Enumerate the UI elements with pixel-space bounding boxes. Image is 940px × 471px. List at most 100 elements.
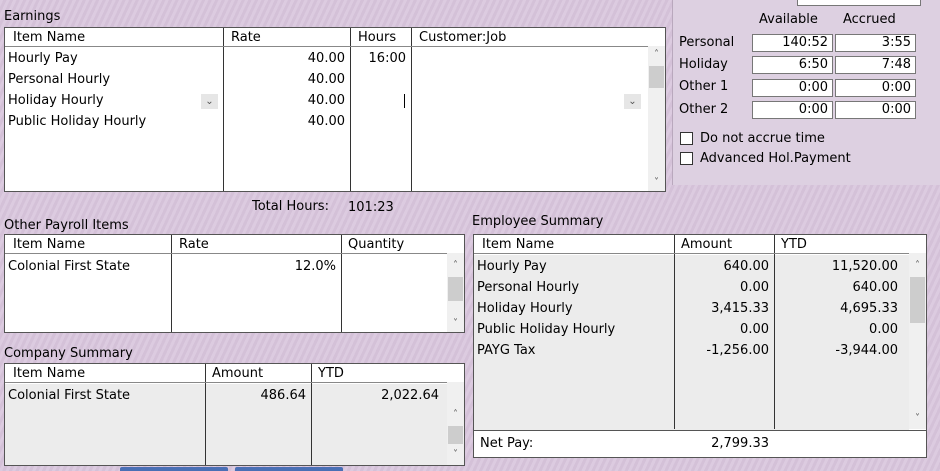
chevron-down-icon[interactable]: ˅ — [447, 315, 464, 332]
employee-item-ytd: -3,944.00 — [835, 343, 898, 358]
column-header-amount: Amount — [681, 237, 733, 252]
other1-accrued-field[interactable]: 0:00 — [835, 79, 916, 97]
column-header-ytd: YTD — [318, 366, 344, 381]
other2-available-field[interactable]: 0:00 — [752, 101, 833, 119]
employee-item-amount: -1,256.00 — [706, 343, 769, 358]
accrued-header: Accrued — [843, 12, 896, 27]
company-item-name: Colonial First State — [8, 388, 131, 403]
employee-item-ytd: 4,695.33 — [840, 301, 898, 316]
accrual-label-personal: Personal — [679, 35, 735, 50]
field-top-edge — [797, 0, 921, 6]
column-divider — [341, 235, 342, 332]
column-divider — [205, 364, 206, 465]
chevron-up-icon[interactable]: ˄ — [447, 406, 464, 423]
chevron-down-icon[interactable]: ⌄ — [201, 94, 218, 109]
chevron-down-icon[interactable]: ˅ — [648, 174, 665, 191]
do-not-accrue-checkbox[interactable] — [680, 132, 693, 145]
employee-item-name: Public Holiday Hourly — [477, 322, 616, 337]
column-header-rate[interactable]: Rate — [179, 237, 209, 252]
other-payroll-title: Other Payroll Items — [4, 218, 129, 233]
earnings-row-hours[interactable]: 16:00 — [354, 51, 406, 66]
employee-summary-scrollbar[interactable]: ˄ ˅ — [909, 253, 926, 429]
header-separator — [5, 253, 447, 254]
employee-item-amount: 0.00 — [740, 280, 769, 295]
net-pay-label: Net Pay: — [480, 436, 534, 451]
employee-summary-table: Item Name Amount YTD Hourly Pay 640.00 1… — [473, 234, 927, 458]
scroll-thumb[interactable] — [448, 277, 463, 301]
column-header-item-name[interactable]: Item Name — [13, 237, 85, 252]
chevron-down-icon[interactable]: ˅ — [909, 410, 926, 427]
company-summary-table: Item Name Amount YTD Colonial First Stat… — [4, 363, 465, 466]
column-divider — [774, 235, 775, 429]
employee-item-amount: 640.00 — [723, 259, 770, 274]
scroll-thumb[interactable] — [649, 66, 664, 88]
column-header-ytd: YTD — [781, 237, 807, 252]
header-separator — [474, 253, 909, 254]
advanced-hol-payment-label: Advanced Hol.Payment — [700, 151, 851, 166]
earnings-row-name[interactable]: Holiday Hourly — [8, 93, 104, 108]
payroll-item-rate[interactable]: 12.0% — [175, 259, 336, 274]
holiday-accrued-field[interactable]: 7:48 — [835, 56, 916, 74]
column-header-hours[interactable]: Hours — [358, 30, 396, 45]
company-summary-scrollbar[interactable]: ˄ ˅ — [447, 382, 464, 465]
chevron-down-icon[interactable]: ⌄ — [624, 94, 641, 109]
earnings-scrollbar[interactable]: ˄ ˅ — [648, 46, 665, 191]
advanced-hol-payment-checkbox[interactable] — [680, 152, 693, 165]
employee-item-ytd: 640.00 — [852, 280, 899, 295]
column-header-customer-job[interactable]: Customer:Job — [419, 30, 506, 45]
personal-accrued-field[interactable]: 3:55 — [835, 34, 916, 52]
column-header-amount: Amount — [212, 366, 264, 381]
other2-accrued-field[interactable]: 0:00 — [835, 101, 916, 119]
company-item-amount: 486.64 — [260, 388, 307, 403]
earnings-row-name[interactable]: Public Holiday Hourly — [8, 114, 146, 129]
personal-available-field[interactable]: 140:52 — [752, 34, 833, 52]
employee-item-amount: 3,415.33 — [711, 301, 769, 316]
scroll-thumb[interactable] — [448, 426, 463, 444]
earnings-row-name[interactable]: Personal Hourly — [8, 72, 110, 87]
do-not-accrue-label: Do not accrue time — [700, 131, 825, 146]
earnings-row-rate[interactable]: 40.00 — [227, 93, 345, 108]
button-edge[interactable] — [120, 467, 228, 471]
chevron-up-icon[interactable]: ˄ — [909, 257, 926, 274]
button-edge[interactable] — [235, 467, 343, 471]
employee-item-name: PAYG Tax — [477, 343, 536, 358]
other-payroll-scrollbar[interactable]: ˄ ˅ — [447, 253, 464, 332]
other-payroll-table: Item Name Rate Quantity Colonial First S… — [4, 234, 465, 333]
earnings-row-rate[interactable]: 40.00 — [227, 51, 345, 66]
employee-item-name: Holiday Hourly — [477, 301, 573, 316]
employee-item-name: Personal Hourly — [477, 280, 580, 295]
column-divider — [311, 364, 312, 465]
company-summary-title: Company Summary — [4, 346, 133, 361]
chevron-up-icon[interactable]: ˄ — [648, 46, 665, 63]
employee-summary-title: Employee Summary — [472, 214, 604, 229]
header-separator — [5, 46, 648, 47]
column-header-item-name: Item Name — [13, 366, 86, 381]
total-hours-label: Total Hours: — [252, 199, 329, 214]
total-hours-value: 101:23 — [348, 200, 394, 215]
earnings-title: Earnings — [4, 9, 61, 24]
header-separator — [5, 382, 447, 383]
column-header-rate[interactable]: Rate — [231, 30, 261, 45]
column-divider — [223, 28, 224, 191]
holiday-available-field[interactable]: 6:50 — [752, 56, 833, 74]
earnings-table: Item Name Rate Hours Customer:Job Hourly… — [4, 27, 666, 192]
other1-available-field[interactable]: 0:00 — [752, 79, 833, 97]
column-divider — [171, 235, 172, 332]
company-item-ytd: 2,022.64 — [381, 388, 439, 403]
column-header-quantity[interactable]: Quantity — [348, 237, 404, 252]
scroll-thumb[interactable] — [910, 277, 925, 323]
column-header-item-name[interactable]: Item Name — [13, 30, 85, 45]
earnings-row-rate[interactable]: 40.00 — [227, 72, 345, 87]
chevron-down-icon[interactable]: ˅ — [447, 446, 464, 463]
net-pay-value: 2,799.33 — [711, 436, 769, 451]
accrual-label-holiday: Holiday — [679, 57, 728, 72]
employee-item-amount: 0.00 — [740, 322, 769, 337]
employee-item-ytd: 0.00 — [869, 322, 898, 337]
payroll-item-name[interactable]: Colonial First State — [8, 259, 130, 274]
earnings-row-name[interactable]: Hourly Pay — [8, 51, 78, 66]
employee-item-ytd: 11,520.00 — [831, 259, 898, 274]
earnings-row-rate[interactable]: 40.00 — [227, 114, 345, 129]
text-cursor — [404, 94, 405, 108]
chevron-up-icon[interactable]: ˄ — [447, 257, 464, 274]
accrual-label-other1: Other 1 — [679, 79, 729, 94]
